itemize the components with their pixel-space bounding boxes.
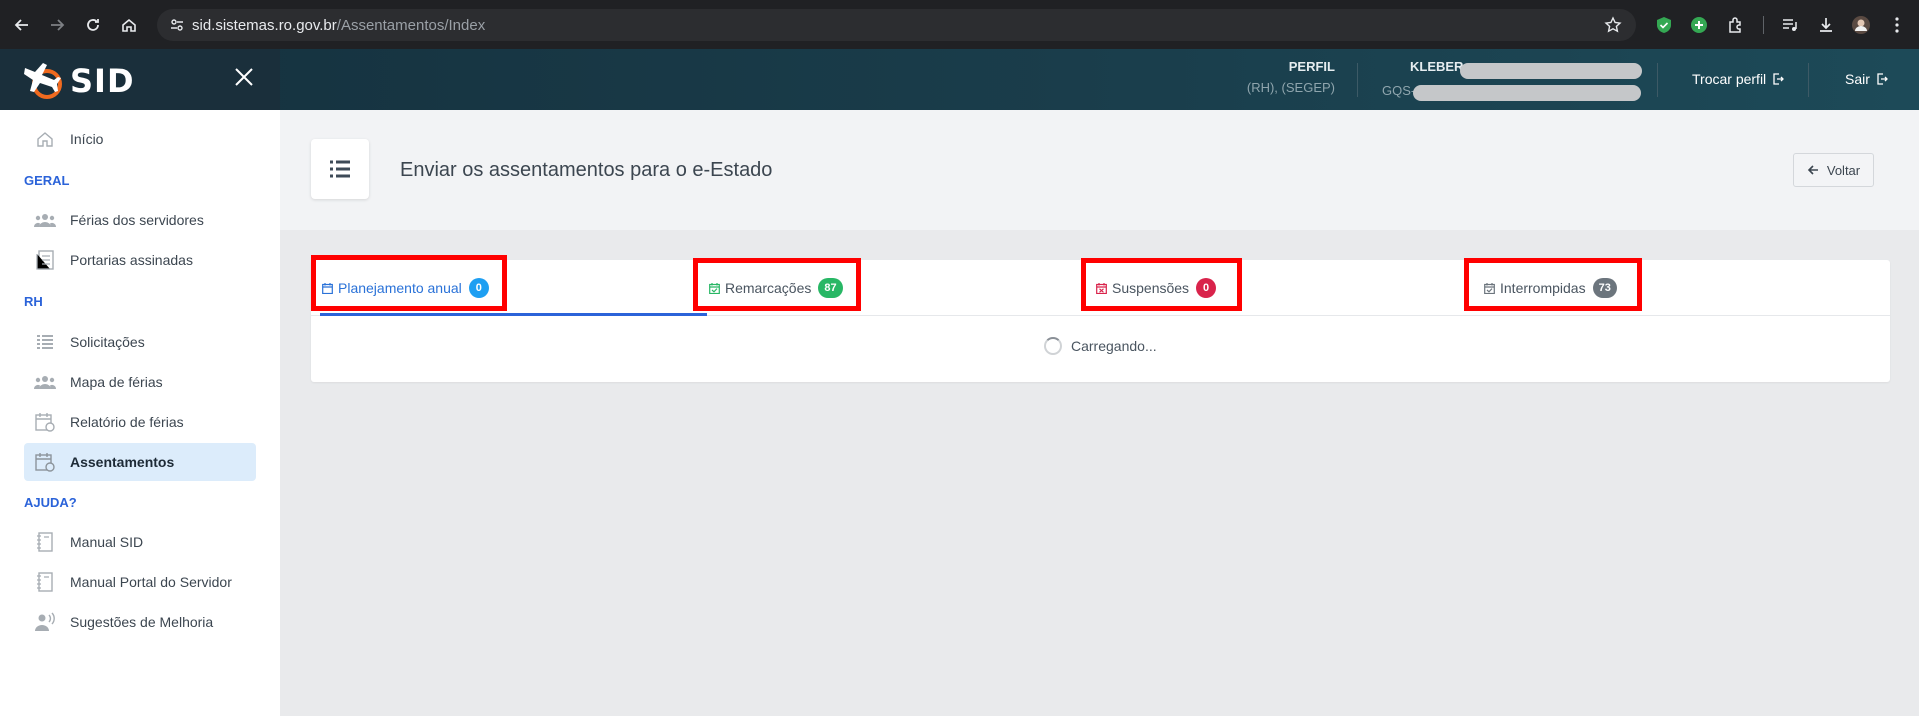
sidebar-item-label: Sugestões de Melhoria [70,614,214,630]
spinner-icon [1044,337,1062,355]
user-speaking-icon [34,611,56,633]
sidebar-item-label: Portarias assinadas [70,252,193,268]
highlight-box [1081,258,1242,311]
sidebar-item-solicitacoes[interactable]: Solicitações [24,323,256,361]
back-button-label: Voltar [1826,162,1861,178]
sidebar-item-label: Início [70,131,104,147]
section-title-rh: RH [24,294,43,309]
redacted-user-org [1413,85,1641,101]
url-text: sid.sistemas.ro.gov.br/Assentamentos/Ind… [192,17,486,34]
add-extension-icon[interactable] [1687,13,1711,37]
users-group-icon [34,209,56,231]
sidebar-item-mapa-ferias[interactable]: Mapa de férias [24,363,256,401]
browser-menu-icon[interactable] [1885,13,1909,37]
manual-book-icon [34,571,56,593]
sidebar-item-sugestoes[interactable]: Sugestões de Melhoria [24,603,256,641]
home-icon[interactable] [117,13,141,37]
site-info-icon[interactable] [169,17,185,38]
profile-label: PERFIL [1288,59,1335,74]
sidebar-item-label: Assentamentos [70,454,175,470]
logout-link[interactable]: Sair [1845,71,1888,87]
section-title-ajuda: AJUDA? [24,495,77,510]
logout-arrow-icon [1773,73,1785,85]
switch-profile-label: Trocar perfil [1692,71,1767,87]
active-tab-indicator [320,313,707,316]
calendar-clock-icon [34,411,56,433]
puzzle-extensions-icon[interactable] [1724,13,1748,37]
document-list-icon [34,249,56,271]
header-divider [1657,63,1658,97]
logout-label: Sair [1845,71,1870,87]
home-icon [34,128,56,150]
profile-avatar-icon[interactable] [1849,13,1873,37]
back-arrow-icon[interactable] [10,13,34,37]
highlight-box [693,258,861,311]
page-menu-tile[interactable] [311,139,369,199]
sidebar-item-label: Manual Portal do Servidor [70,574,232,590]
sidebar-item-relatorio-ferias[interactable]: Relatório de férias [24,403,256,441]
bookmark-star-icon[interactable] [1604,16,1622,39]
profile-info: PERFIL (RH), (SEGEP) [1247,59,1335,95]
loading-text: Carregando... [1071,338,1157,354]
sidebar-item-portarias-assinadas[interactable]: Portarias assinadas [24,241,256,279]
sidebar-item-assentamentos[interactable]: Assentamentos [24,443,256,481]
arrow-left-icon [1807,165,1818,175]
list-icon [34,331,56,353]
sidebar-item-label: Mapa de férias [70,374,163,390]
sidebar-item-inicio[interactable]: Início [24,120,256,158]
redacted-user-name [1460,63,1642,79]
sidebar-item-manual-portal[interactable]: Manual Portal do Servidor [24,563,256,601]
download-icon[interactable] [1814,13,1838,37]
toolbar-divider [1763,16,1764,34]
forward-arrow-icon[interactable] [45,13,69,37]
logout-arrow-icon [1877,73,1888,85]
manual-book-icon [34,531,56,553]
sidebar-item-label: Solicitações [70,334,145,350]
loading-indicator: Carregando... [1044,337,1157,355]
sidebar-item-label: Férias dos servidores [70,212,204,228]
reload-icon[interactable] [81,13,105,37]
close-sidebar-icon[interactable] [234,67,254,92]
section-title-geral: GERAL [24,173,70,188]
sidebar-item-label: Manual SID [70,534,144,550]
logo-area: SID [0,49,280,110]
sidebar-item-manual-sid[interactable]: Manual SID [24,523,256,561]
calendar-clock-icon [34,451,56,473]
profile-value: (RH), (SEGEP) [1246,80,1335,95]
user-org: GQS- [1382,83,1416,98]
back-button[interactable]: Voltar [1793,153,1874,187]
header-divider [1357,63,1358,97]
sidebar-item-ferias-servidores[interactable]: Férias dos servidores [24,201,256,239]
sidebar: Início GERAL Férias dos servidores Porta… [0,110,280,716]
browser-toolbar: sid.sistemas.ro.gov.br/Assentamentos/Ind… [0,0,1919,49]
switch-profile-link[interactable]: Trocar perfil [1692,71,1785,87]
user-name: KLEBER [1410,59,1464,74]
highlight-box [311,255,507,311]
page-title: Enviar os assentamentos para o e-Estado [400,159,773,181]
shield-extension-icon[interactable] [1652,13,1676,37]
highlight-box [1464,258,1642,311]
users-group-icon [34,371,56,393]
media-queue-icon[interactable] [1778,13,1802,37]
list-icon [330,160,350,178]
airplane-logo-icon [22,59,68,106]
header-divider [1808,63,1809,97]
logo-text: SID [70,62,135,100]
sidebar-item-label: Relatório de férias [70,414,184,430]
address-bar[interactable]: sid.sistemas.ro.gov.br/Assentamentos/Ind… [157,9,1636,41]
app-header: SID PERFIL (RH), (SEGEP) KLEBER GQS- Tro… [0,49,1919,110]
